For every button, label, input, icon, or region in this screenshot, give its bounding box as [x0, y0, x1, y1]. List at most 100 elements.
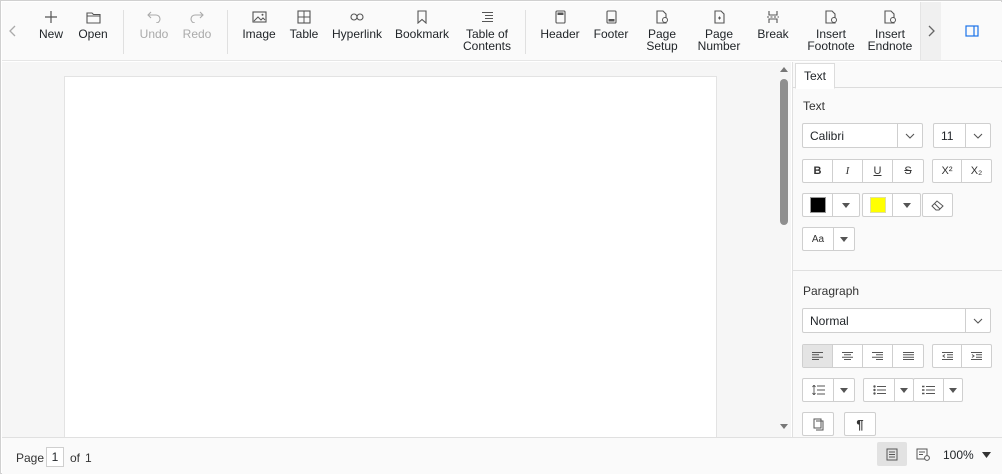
page-number-icon	[711, 9, 727, 25]
endnote-label-line2: Endnote	[867, 39, 913, 53]
zoom-dropdown[interactable]: 100%	[943, 448, 991, 462]
font-color-dropdown[interactable]	[833, 194, 859, 216]
bullet-list-dropdown[interactable]	[863, 378, 914, 402]
tab-text[interactable]: Text	[795, 63, 835, 89]
bold-button[interactable]: B	[803, 160, 833, 182]
numbered-list-icon	[914, 379, 944, 401]
change-case-dropdown[interactable]: Aa	[802, 227, 855, 251]
table-of-contents-button[interactable]: Table of Contents	[461, 2, 513, 60]
toolbar-scroll-left[interactable]	[2, 2, 24, 60]
font-size-select[interactable]: 11	[933, 123, 991, 148]
toggle-properties-pane-button[interactable]	[942, 2, 1002, 60]
script-group: X² X₂	[932, 159, 992, 183]
print-layout-icon	[886, 448, 898, 460]
align-left-icon	[812, 352, 823, 360]
print-layout-button[interactable]	[877, 442, 907, 466]
font-color-picker[interactable]	[802, 193, 860, 217]
open-button[interactable]: Open	[77, 2, 109, 60]
break-button[interactable]: Break	[757, 2, 789, 60]
image-label: Image	[242, 27, 276, 41]
document-page[interactable]	[64, 76, 717, 446]
align-center-button[interactable]	[833, 345, 863, 367]
toolbar-separator	[123, 10, 124, 54]
font-color-swatch-button[interactable]	[803, 194, 833, 216]
document-viewport[interactable]	[2, 62, 777, 446]
align-left-button[interactable]	[803, 345, 833, 367]
page-number-button[interactable]: Page Number	[696, 2, 742, 60]
bookmark-label: Bookmark	[394, 27, 450, 41]
redo-label: Redo	[182, 27, 212, 41]
scroll-up-arrow[interactable]	[780, 67, 788, 72]
insert-bookmark-button[interactable]: Bookmark	[395, 2, 449, 60]
indent-group	[932, 344, 992, 368]
paragraph-style-value: Normal	[810, 313, 849, 328]
web-layout-button[interactable]	[908, 442, 938, 466]
total-pages: 1	[85, 451, 92, 465]
image-icon	[251, 9, 267, 25]
font-style-group: B I U S	[802, 159, 924, 183]
page-setup-icon	[654, 9, 670, 25]
change-case-label: Aa	[803, 228, 834, 250]
insert-image-button[interactable]: Image	[242, 2, 276, 60]
pane-section-divider	[793, 270, 1002, 271]
font-color-swatch	[809, 197, 826, 213]
highlight-color-dropdown[interactable]	[893, 194, 920, 216]
caret-down-icon	[834, 228, 854, 250]
strikethrough-button[interactable]: S	[893, 160, 923, 182]
justify-button[interactable]	[893, 345, 923, 367]
insert-table-button[interactable]: Table	[290, 2, 318, 60]
footnote-label-line2: Footnote	[807, 39, 855, 53]
insert-hyperlink-button[interactable]: Hyperlink	[331, 2, 383, 60]
break-label: Break	[757, 27, 789, 41]
of-label: of	[70, 451, 81, 465]
footer-button[interactable]: Footer	[593, 2, 629, 60]
font-family-select[interactable]: Calibri	[802, 123, 923, 148]
font-family-value: Calibri	[810, 128, 845, 143]
clear-formatting-button[interactable]	[923, 194, 952, 216]
scroll-down-arrow[interactable]	[780, 424, 788, 429]
caret-down-icon	[944, 379, 962, 401]
show-formatting-marks-button[interactable]: ¶	[845, 413, 875, 435]
increase-indent-button[interactable]	[962, 345, 991, 367]
caret-down-icon	[842, 202, 850, 208]
scrollbar-thumb[interactable]	[780, 79, 788, 225]
toolbar-scroll-right[interactable]	[920, 2, 941, 60]
highlight-color-picker[interactable]	[862, 193, 921, 217]
header-label: Header	[540, 27, 580, 41]
redo-button[interactable]: Redo	[183, 2, 211, 60]
document-copy-icon	[813, 418, 823, 430]
table-label: Table	[289, 27, 319, 41]
new-button[interactable]: New	[38, 2, 64, 60]
toolbar-separator	[227, 10, 228, 54]
numbered-list-dropdown[interactable]	[913, 378, 963, 402]
vertical-scrollbar[interactable]	[777, 62, 791, 437]
toc-label-line2: Contents	[462, 39, 512, 53]
italic-button[interactable]: I	[833, 160, 863, 182]
page-label: Page	[16, 451, 45, 465]
copy-format-button[interactable]	[803, 413, 833, 435]
page-setup-button[interactable]: Page Setup	[645, 2, 679, 60]
line-spacing-dropdown[interactable]	[802, 378, 855, 402]
bullet-list-icon	[864, 379, 895, 401]
highlight-color-swatch-button[interactable]	[863, 194, 893, 216]
undo-button[interactable]: Undo	[139, 2, 169, 60]
table-icon	[296, 9, 312, 25]
paragraph-style-select[interactable]: Normal	[802, 308, 991, 333]
insert-endnote-button[interactable]: Insert Endnote	[867, 2, 913, 60]
current-page-input[interactable]: 1	[46, 447, 64, 467]
underline-button[interactable]: U	[863, 160, 893, 182]
decrease-indent-button[interactable]	[933, 345, 963, 367]
subscript-button[interactable]: X₂	[962, 160, 991, 182]
clear-formatting-group	[922, 193, 953, 217]
align-right-button[interactable]	[863, 345, 893, 367]
show-marks-group: ¶	[844, 412, 876, 436]
paragraph-section-title: Paragraph	[803, 284, 860, 298]
page-number-label-line2: Number	[697, 39, 741, 53]
plus-icon	[43, 9, 59, 25]
pane-tabs: Text	[793, 62, 1002, 89]
insert-footnote-button[interactable]: Insert Footnote	[805, 2, 857, 60]
caret-down-icon	[895, 379, 913, 401]
superscript-button[interactable]: X²	[933, 160, 963, 182]
header-button[interactable]: Header	[540, 2, 580, 60]
chevron-down-icon	[965, 124, 990, 147]
